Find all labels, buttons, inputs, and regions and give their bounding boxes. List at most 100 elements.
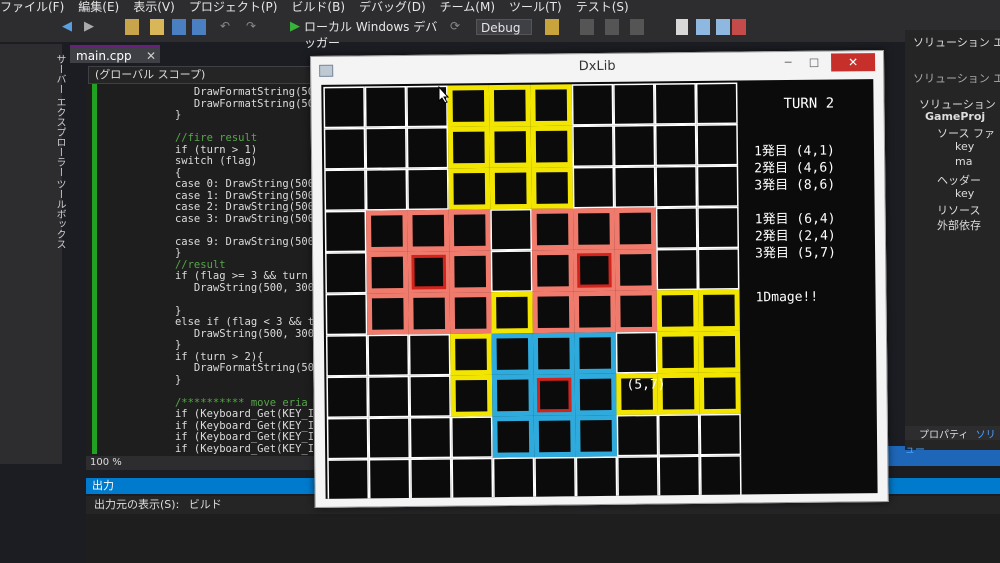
hit-cell[interactable] [411,254,447,290]
next-bookmark-icon[interactable] [716,19,730,35]
menu-item-test[interactable]: テスト(S) [576,1,629,13]
board-cell[interactable] [455,379,488,412]
board-cell[interactable] [536,172,568,204]
board-cell[interactable] [411,459,451,499]
board-cell[interactable] [703,294,735,327]
board-cell[interactable] [538,420,571,453]
board-cell[interactable] [411,418,450,458]
board-cell[interactable] [703,335,736,368]
board-cell[interactable] [698,166,738,206]
board-cell[interactable] [327,336,367,376]
board-cell[interactable] [494,131,527,163]
output-source-select[interactable]: ビルド [189,498,222,511]
close-tab-icon[interactable]: ✕ [146,47,156,65]
hit-cell[interactable] [536,377,572,413]
board-cell[interactable] [537,296,570,329]
board-cell[interactable] [412,214,445,247]
board-cell[interactable] [700,415,740,455]
configuration-select[interactable]: Debug [476,19,532,35]
board-cell[interactable] [327,377,367,417]
board-cell[interactable] [369,418,409,458]
tree-item-source-files[interactable]: ソース ファ [937,125,995,141]
board-cell[interactable] [537,254,569,287]
board-cell[interactable] [699,249,738,289]
editor-zoom[interactable]: 100 % [86,456,330,470]
debugger-button[interactable]: ローカル Windows デバッガー [304,19,444,50]
menu-item-file[interactable]: ファイル(F) [0,1,64,13]
new-project-icon[interactable] [125,19,139,35]
clear-bookmark-icon[interactable] [732,19,746,35]
menu-item-tools[interactable]: ツール(T) [509,1,562,13]
bookmark-icon[interactable] [676,19,688,35]
board-cell[interactable] [491,210,531,250]
prev-bookmark-icon[interactable] [696,19,710,35]
board-cell[interactable] [413,297,446,330]
board-cell[interactable] [494,172,527,205]
board-cell[interactable] [496,296,528,329]
board-cell[interactable] [327,294,366,334]
outdent-icon[interactable] [605,19,619,35]
solution-search[interactable]: ソリューション エクスプロー [913,70,1000,86]
board-cell[interactable] [536,213,569,246]
board-cell[interactable] [618,416,657,455]
board-cell[interactable] [496,338,529,370]
board-cell[interactable] [370,460,409,499]
tree-item-main-cpp[interactable]: ma [955,155,972,168]
redo-icon[interactable]: ↷ [246,19,260,35]
server-explorer-tab[interactable]: サーバー エクスプローラー [52,54,67,177]
tree-item-key-h[interactable]: key [955,187,974,200]
board-cell[interactable] [497,379,529,412]
board-cell[interactable] [326,253,366,293]
menu-item-project[interactable]: プロジェクト(P) [189,1,278,13]
board-cell[interactable] [617,333,657,373]
board-cell[interactable] [535,89,568,122]
board-cell[interactable] [537,337,570,370]
board-cell[interactable] [698,208,738,248]
board-cell[interactable] [578,213,610,245]
board-cell[interactable] [662,377,695,410]
board-cell[interactable] [701,456,741,496]
forward-arrow-icon[interactable]: ▶ [84,19,98,35]
menu-item-debug[interactable]: デバッグ(D) [359,1,426,13]
hit-cell[interactable] [576,252,612,288]
board-cell[interactable] [453,131,485,164]
board-cell[interactable] [619,212,652,245]
board-cell[interactable] [657,208,697,248]
tree-item-external-deps[interactable]: 外部依存 [937,217,981,233]
code-editor[interactable]: DrawFormatString(500, 2 DrawFormatString… [86,84,326,456]
menu-item-edit[interactable]: 編集(E) [78,1,119,13]
board-cell[interactable] [659,415,699,455]
board-cell[interactable] [657,250,697,289]
board-cell[interactable] [579,337,612,369]
menu-item-build[interactable]: ビルド(B) [291,1,345,13]
board-cell[interactable] [497,420,530,453]
scope-dropdown[interactable]: (グローバル スコープ) [88,66,326,84]
board-cell[interactable] [325,170,365,210]
board-cell[interactable] [578,295,611,328]
board-cell[interactable] [656,125,696,165]
tree-item-header-files[interactable]: ヘッダー [937,172,981,188]
board-cell[interactable] [366,87,406,127]
board-cell[interactable] [408,169,448,209]
tree-item-project[interactable]: GameProj [925,110,985,123]
game-board[interactable] [321,80,745,499]
board-cell[interactable] [656,84,695,124]
toolbox-tab[interactable]: ツールボックス [52,179,67,249]
tree-item-resources[interactable]: リソース [937,202,980,218]
board-cell[interactable] [452,417,492,457]
game-canvas[interactable]: TURN 2 1発目 (4,1) 2発目 (4,6) 3発目 (8,6) 1発目… [321,79,878,499]
board-cell[interactable] [574,168,613,207]
board-cell[interactable] [661,295,694,327]
board-cell[interactable] [408,128,447,168]
comment-icon[interactable] [630,19,644,35]
board-cell[interactable] [703,377,736,410]
play-icon[interactable]: ▶ [290,19,302,35]
board-cell[interactable] [410,376,450,416]
board-cell[interactable] [328,460,368,499]
board-cell[interactable] [453,214,486,247]
board-cell[interactable] [614,84,654,124]
board-cell[interactable] [579,378,612,411]
board-cell[interactable] [453,172,486,205]
board-cell[interactable] [371,298,404,330]
find-icon[interactable] [545,19,559,35]
